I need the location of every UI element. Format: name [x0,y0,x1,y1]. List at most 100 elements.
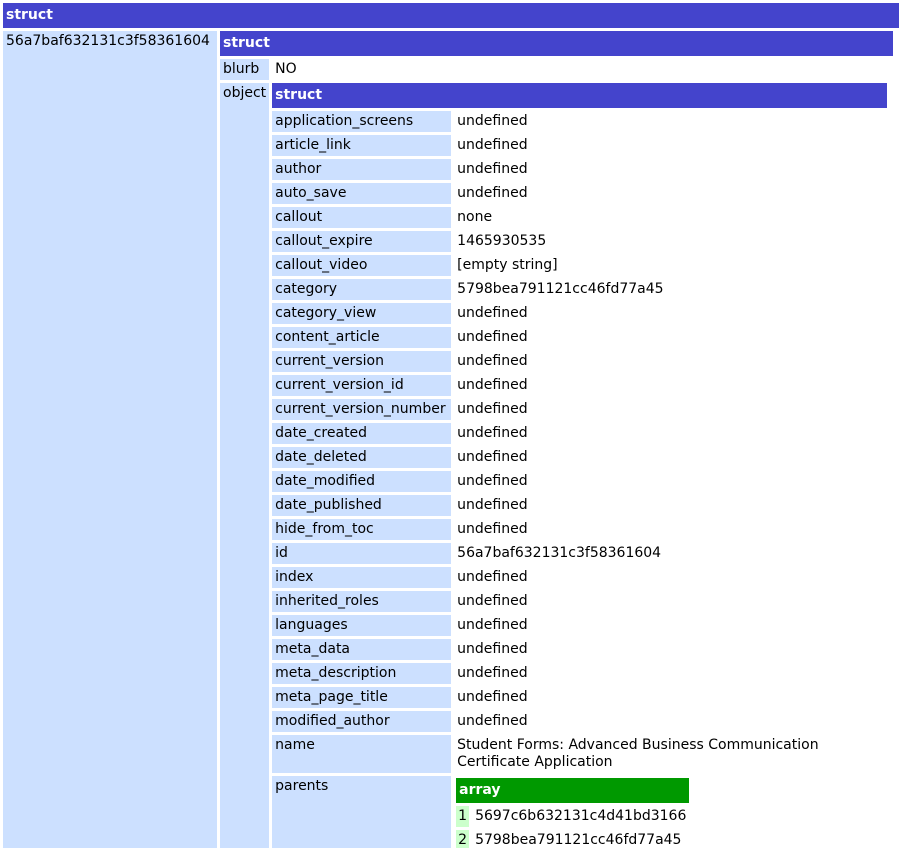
struct-key-date-created[interactable]: date_created [272,423,452,444]
struct-value-category-view: undefined [454,303,887,324]
struct-row: category 5798bea791121cc46fd77a45 [272,279,887,300]
struct-row: languages undefined [272,615,887,636]
struct-row: callout_expire 1465930535 [272,231,887,252]
outer-struct-header[interactable]: struct [3,3,899,28]
struct-row: callout none [272,207,887,228]
struct-row: content_article undefined [272,327,887,348]
struct-value-content-article: undefined [454,327,887,348]
struct-value-date-deleted: undefined [454,447,887,468]
struct-value-name: Student Forms: Advanced Business Communi… [454,735,887,773]
struct-row: date_deleted undefined [272,447,887,468]
struct-row: parents array 1 5697c6b632131c4d41bd3166 2 57… [272,776,887,848]
struct-value-date-modified: undefined [454,471,887,492]
struct-key-date-published[interactable]: date_published [272,495,452,516]
struct-row: inherited_roles undefined [272,591,887,612]
array-index[interactable]: 2 [456,830,470,848]
struct-key-auto-save[interactable]: auto_save [272,183,452,204]
struct-value-meta-description: undefined [454,663,887,684]
struct-row: date_created undefined [272,423,887,444]
struct-value-application-screens: undefined [454,111,887,132]
struct-row: current_version_number undefined [272,399,887,420]
mid-struct-header[interactable]: struct [220,31,893,56]
struct-row: category_view undefined [272,303,887,324]
array-row: 1 5697c6b632131c4d41bd3166 [456,806,690,827]
struct-key-callout-video[interactable]: callout_video [272,255,452,276]
struct-value-auto-save: undefined [454,183,887,204]
struct-key-date-modified[interactable]: date_modified [272,471,452,492]
struct-value-callout: none [454,207,887,228]
struct-key-date-deleted[interactable]: date_deleted [272,447,452,468]
struct-key-current-version-id[interactable]: current_version_id [272,375,452,396]
struct-value-parents: array 1 5697c6b632131c4d41bd3166 2 5798bea79… [454,776,887,848]
struct-value-article-link: undefined [454,135,887,156]
struct-value-category: 5798bea791121cc46fd77a45 [454,279,887,300]
struct-value-object: struct application_screens undefined artic… [272,83,893,848]
parents-array-dump: array 1 5697c6b632131c4d41bd3166 2 5798bea79… [453,775,692,848]
outer-struct-key[interactable]: 56a7baf632131c3f58361604 [3,31,217,848]
struct-value-index: undefined [454,567,887,588]
inner-struct-header[interactable]: struct [272,83,887,108]
struct-row: date_published undefined [272,495,887,516]
struct-value-blurb: NO [272,59,893,80]
array-value: 5697c6b632131c4d41bd3166 [472,806,690,827]
struct-row: article_link undefined [272,135,887,156]
struct-row: name Student Forms: Advanced Business Com… [272,735,887,773]
struct-key-meta-page-title[interactable]: meta_page_title [272,687,452,708]
struct-key-languages[interactable]: languages [272,615,452,636]
struct-key-category[interactable]: category [272,279,452,300]
struct-row: index undefined [272,567,887,588]
struct-value-current-version: undefined [454,351,887,372]
struct-value-id: 56a7baf632131c3f58361604 [454,543,887,564]
struct-value-author: undefined [454,159,887,180]
array-index[interactable]: 1 [456,806,470,827]
struct-key-current-version[interactable]: current_version [272,351,452,372]
struct-value-meta-page-title: undefined [454,687,887,708]
array-value: 5798bea791121cc46fd77a45 [472,830,690,848]
struct-key-category-view[interactable]: category_view [272,303,452,324]
struct-row: current_version_id undefined [272,375,887,396]
struct-key-callout-expire[interactable]: callout_expire [272,231,452,252]
struct-row: date_modified undefined [272,471,887,492]
struct-key-inherited-roles[interactable]: inherited_roles [272,591,452,612]
struct-row: meta_description undefined [272,663,887,684]
struct-row: application_screens undefined [272,111,887,132]
struct-key-author[interactable]: author [272,159,452,180]
struct-key-object[interactable]: object [220,83,270,848]
mid-struct-dump: struct blurb NO object struct applicatio… [217,28,896,848]
struct-key-content-article[interactable]: content_article [272,327,452,348]
struct-key-name[interactable]: name [272,735,452,773]
array-header[interactable]: array [456,778,690,803]
struct-row: author undefined [272,159,887,180]
struct-row: auto_save undefined [272,183,887,204]
struct-key-blurb[interactable]: blurb [220,59,270,80]
struct-value-modified-author: undefined [454,711,887,732]
struct-value-hide-from-toc: undefined [454,519,887,540]
struct-value-languages: undefined [454,615,887,636]
struct-key-callout[interactable]: callout [272,207,452,228]
struct-key-parents[interactable]: parents [272,776,452,848]
struct-key-index[interactable]: index [272,567,452,588]
struct-row: callout_video [empty string] [272,255,887,276]
struct-key-meta-description[interactable]: meta_description [272,663,452,684]
struct-value-inherited-roles: undefined [454,591,887,612]
struct-key-article-link[interactable]: article_link [272,135,452,156]
struct-row: id 56a7baf632131c3f58361604 [272,543,887,564]
struct-row: hide_from_toc undefined [272,519,887,540]
struct-key-current-version-number[interactable]: current_version_number [272,399,452,420]
struct-key-id[interactable]: id [272,543,452,564]
struct-value-date-created: undefined [454,423,887,444]
struct-key-meta-data[interactable]: meta_data [272,639,452,660]
struct-value-current-version-id: undefined [454,375,887,396]
struct-value-callout-expire: 1465930535 [454,231,887,252]
struct-value-date-published: undefined [454,495,887,516]
outer-struct-value: struct blurb NO object struct applicatio… [220,31,899,848]
struct-row: modified_author undefined [272,711,887,732]
struct-row: current_version undefined [272,351,887,372]
array-row: 2 5798bea791121cc46fd77a45 [456,830,690,848]
struct-key-application-screens[interactable]: application_screens [272,111,452,132]
struct-key-hide-from-toc[interactable]: hide_from_toc [272,519,452,540]
struct-row: meta_page_title undefined [272,687,887,708]
struct-key-modified-author[interactable]: modified_author [272,711,452,732]
struct-value-current-version-number: undefined [454,399,887,420]
struct-row: meta_data undefined [272,639,887,660]
